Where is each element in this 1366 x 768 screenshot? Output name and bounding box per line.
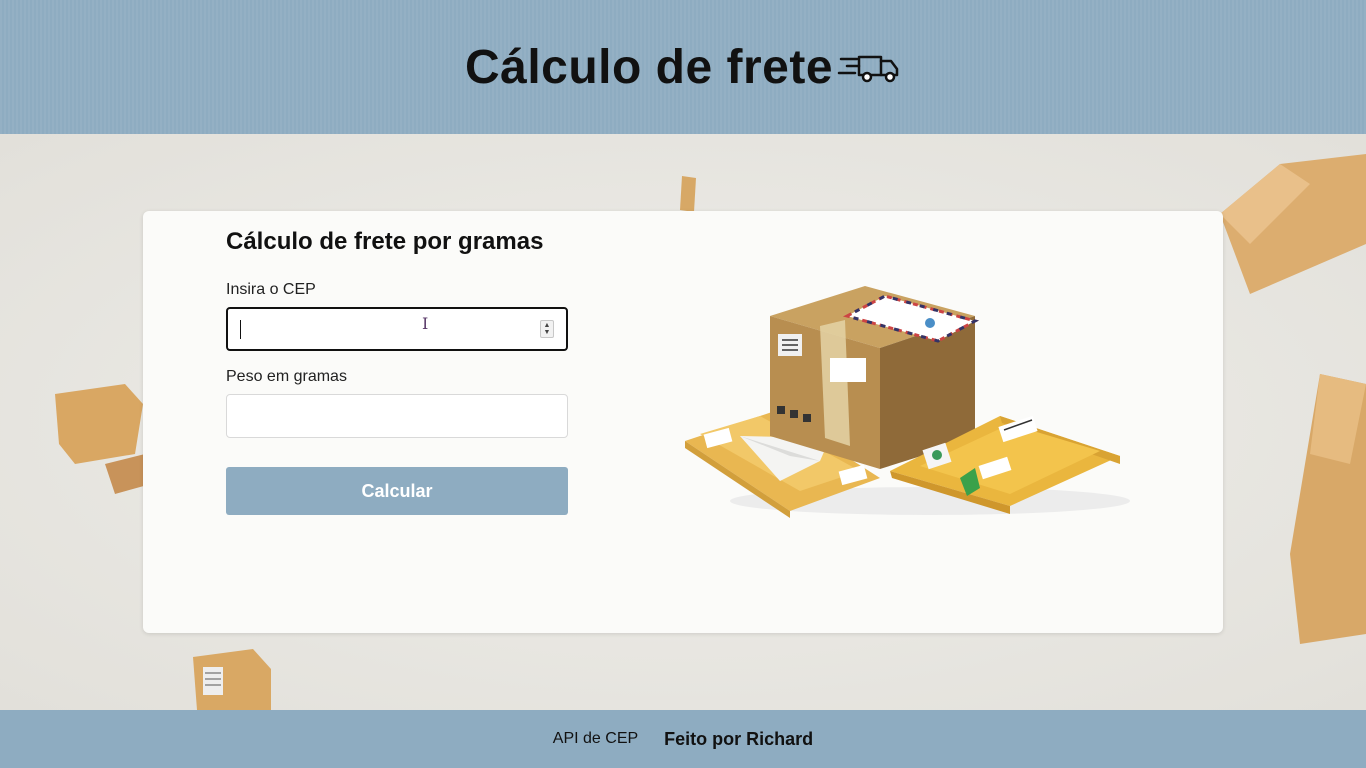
cep-input[interactable]: I ▲ ▼	[226, 307, 568, 351]
form-card: Cálculo de frete por gramas Insira o CEP…	[143, 211, 1223, 633]
decorative-box	[193, 649, 271, 710]
peso-input[interactable]	[226, 394, 568, 438]
cep-label: Insira o CEP	[226, 281, 316, 298]
decorative-box	[680, 176, 696, 212]
decorative-box	[1220, 154, 1366, 294]
page-title-text: Cálculo de frete	[464, 40, 834, 94]
api-cep-link[interactable]: API de CEP	[553, 730, 638, 748]
truck-icon	[837, 42, 901, 97]
spinner-down-icon[interactable]: ▼	[544, 329, 551, 336]
footer: API de CEP Feito por Richard	[0, 710, 1366, 768]
spinner-up-icon[interactable]: ▲	[544, 322, 551, 329]
spinner-icon[interactable]: ▲ ▼	[540, 320, 554, 338]
footer-credit: Feito por Richard	[664, 728, 814, 749]
decorative-box	[1290, 374, 1366, 644]
calcular-button[interactable]: Calcular	[226, 467, 568, 515]
text-caret	[240, 320, 241, 339]
form-title: Cálculo de frete por gramas	[226, 228, 544, 255]
text-cursor-icon: I	[422, 314, 429, 333]
page-title: Cálculo de frete	[465, 38, 901, 97]
header: Cálculo de frete	[0, 0, 1366, 134]
packages-illustration	[685, 286, 1130, 518]
decorative-box	[55, 384, 151, 494]
peso-label: Peso em gramas	[226, 368, 347, 385]
